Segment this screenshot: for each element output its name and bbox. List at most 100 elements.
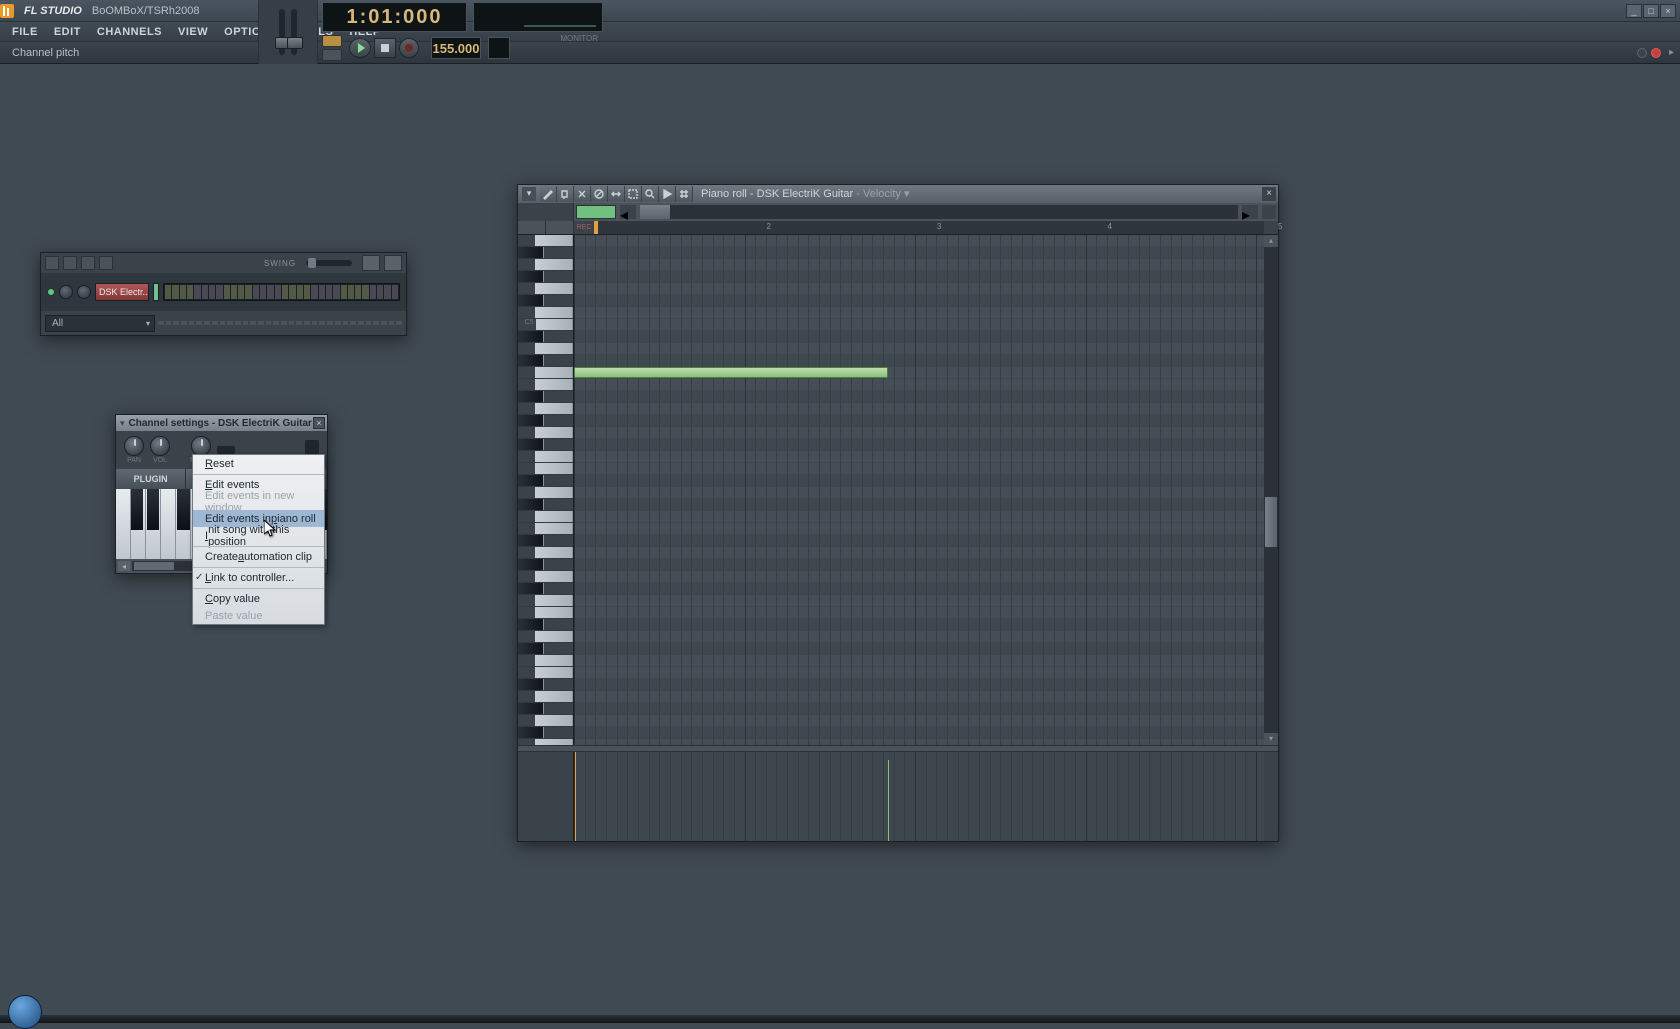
- pr-hs-left[interactable]: ◂: [620, 205, 636, 219]
- pattern-mode-toggle[interactable]: [322, 35, 342, 47]
- rack-button-3[interactable]: [81, 256, 95, 270]
- pattern-length-indicator: [158, 318, 402, 328]
- cs-vol-label: VOL: [153, 457, 167, 464]
- hint-text: Channel pitch: [12, 47, 79, 59]
- cs-scroll-thumb[interactable]: [134, 562, 174, 570]
- pr-velocity-grid[interactable]: [574, 752, 1264, 841]
- midi-note[interactable]: [574, 367, 888, 378]
- select-tool-icon[interactable]: [625, 186, 642, 202]
- pr-sr-btn-1[interactable]: [518, 221, 546, 234]
- mute-tool-icon[interactable]: [591, 186, 608, 202]
- cs-pitch-slider[interactable]: [217, 446, 235, 454]
- window-controls: _ □ ×: [1626, 4, 1676, 18]
- graph-editor-button[interactable]: [362, 255, 380, 271]
- pr-menu-button[interactable]: ▾: [522, 187, 536, 201]
- channel-mute-led[interactable]: [47, 288, 55, 296]
- keyboard-editor-button[interactable]: [384, 255, 402, 271]
- maximize-button[interactable]: □: [1643, 4, 1659, 18]
- pr-title: Piano roll - DSK ElectriK Guitar - Veloc…: [701, 187, 910, 200]
- channel-row: DSK Electr...: [47, 281, 400, 303]
- channel-vol-knob[interactable]: [77, 285, 91, 299]
- ctx-item: Paste value: [193, 607, 324, 624]
- pr-piano-keys[interactable]: C5: [518, 235, 574, 745]
- zoom-tool-icon[interactable]: [642, 186, 659, 202]
- channel-settings-titlebar[interactable]: ▾ Channel settings - DSK ElectriK Guitar…: [116, 415, 327, 431]
- stop-button[interactable]: [374, 38, 396, 58]
- pr-sr-btn-2[interactable]: [546, 221, 574, 234]
- ctx-item[interactable]: ✓Link to controller...: [193, 567, 324, 586]
- pr-vs-down[interactable]: ▾: [1264, 733, 1278, 745]
- pr-hscroll-thumb[interactable]: [640, 205, 670, 219]
- channel-pan-knob[interactable]: [59, 285, 73, 299]
- draw-tool-icon[interactable]: [540, 186, 557, 202]
- rack-footer: All: [41, 311, 406, 335]
- ctx-item[interactable]: Reset: [193, 455, 324, 472]
- cs-vol-knob[interactable]: [150, 436, 170, 456]
- pr-splitter[interactable]: [518, 745, 1278, 753]
- pattern-display[interactable]: [488, 37, 510, 59]
- channel-name-button[interactable]: DSK Electr...: [95, 283, 149, 301]
- song-mode-toggle[interactable]: [322, 49, 342, 61]
- pr-note-grid[interactable]: [574, 235, 1264, 745]
- main-menu: FILE EDIT CHANNELS VIEW OPTIONS TOOLS HE…: [0, 22, 1680, 42]
- ctx-item[interactable]: Copy value: [193, 588, 324, 607]
- swing-slider[interactable]: [306, 260, 352, 266]
- hint-arrow-icon: ▸: [1669, 47, 1674, 58]
- rack-button-2[interactable]: [63, 256, 77, 270]
- hint-bar: Channel pitch ▸: [0, 42, 1680, 64]
- play-button[interactable]: [349, 38, 371, 58]
- pr-vs-thumb[interactable]: [1265, 497, 1277, 547]
- midi-dot: [1637, 48, 1647, 58]
- time-display[interactable]: 1:01:000: [322, 2, 467, 32]
- pr-playhead: [594, 221, 598, 234]
- close-button[interactable]: ×: [1660, 4, 1676, 18]
- pr-vs-track[interactable]: [1264, 247, 1278, 733]
- piano-roll-window: ▾ Piano roll - DSK ElectriK Guitar - Vel…: [517, 184, 1279, 842]
- start-button[interactable]: [8, 995, 42, 1029]
- playback-tool-icon[interactable]: [659, 186, 676, 202]
- pr-hs-right[interactable]: ▸: [1242, 205, 1258, 219]
- cs-tab-plugin[interactable]: PLUGIN: [116, 469, 186, 489]
- menu-file[interactable]: FILE: [4, 26, 46, 38]
- minimize-button[interactable]: _: [1626, 4, 1642, 18]
- record-button[interactable]: [399, 38, 419, 58]
- menu-view[interactable]: VIEW: [170, 26, 216, 38]
- pr-title-mode: Velocity: [863, 188, 901, 200]
- menu-edit[interactable]: EDIT: [46, 26, 89, 38]
- pr-vsc-up[interactable]: [1264, 221, 1278, 234]
- channel-name-text: DSK Electr...: [99, 287, 149, 297]
- paint-tool-icon[interactable]: [557, 186, 574, 202]
- cs-menu-arrow-icon[interactable]: ▾: [120, 418, 125, 429]
- tempo-display[interactable]: 155.000: [431, 37, 481, 59]
- pr-titlebar[interactable]: ▾ Piano roll - DSK ElectriK Guitar - Vel…: [518, 185, 1278, 203]
- master-pitch-fader[interactable]: [291, 9, 297, 55]
- cs-close-button[interactable]: ×: [313, 417, 325, 429]
- slip-tool-icon[interactable]: [608, 186, 625, 202]
- cs-pan-knob[interactable]: [124, 436, 144, 456]
- delete-tool-icon[interactable]: [574, 186, 591, 202]
- rack-menu-button[interactable]: [45, 256, 59, 270]
- menu-channels[interactable]: CHANNELS: [89, 26, 170, 38]
- channel-select[interactable]: [153, 283, 159, 301]
- cs-scroll-left[interactable]: ◂: [118, 561, 130, 571]
- pr-close-button[interactable]: ×: [1262, 187, 1276, 201]
- cs-pitch-knob[interactable]: [191, 436, 211, 456]
- pr-vel-left: [518, 752, 574, 841]
- step-sequencer[interactable]: [163, 283, 400, 301]
- pr-timeline[interactable]: 2345: [594, 221, 1264, 234]
- pr-zoom-button[interactable]: [1262, 205, 1276, 219]
- ctx-item[interactable]: Init song with this position: [193, 527, 324, 544]
- ctx-item[interactable]: Create automation clip: [193, 546, 324, 565]
- pr-vs-up[interactable]: ▴: [1264, 235, 1278, 247]
- pr-vel-vspace: [1264, 752, 1278, 841]
- channel-filter-dropdown[interactable]: All: [45, 315, 155, 332]
- rack-button-4[interactable]: [99, 256, 113, 270]
- pr-horizontal-scroll[interactable]: [640, 205, 1238, 219]
- channel-rack-window: SWING DSK Electr... All: [40, 252, 407, 336]
- pr-note-preview[interactable]: [576, 205, 616, 219]
- grid-tool-icon[interactable]: [676, 186, 693, 202]
- pr-corner-btn-1[interactable]: [518, 203, 574, 221]
- pr-timeline-row: REC 2345: [518, 221, 1278, 235]
- master-volume-fader[interactable]: [279, 9, 285, 55]
- app-logo-icon: [0, 4, 14, 18]
